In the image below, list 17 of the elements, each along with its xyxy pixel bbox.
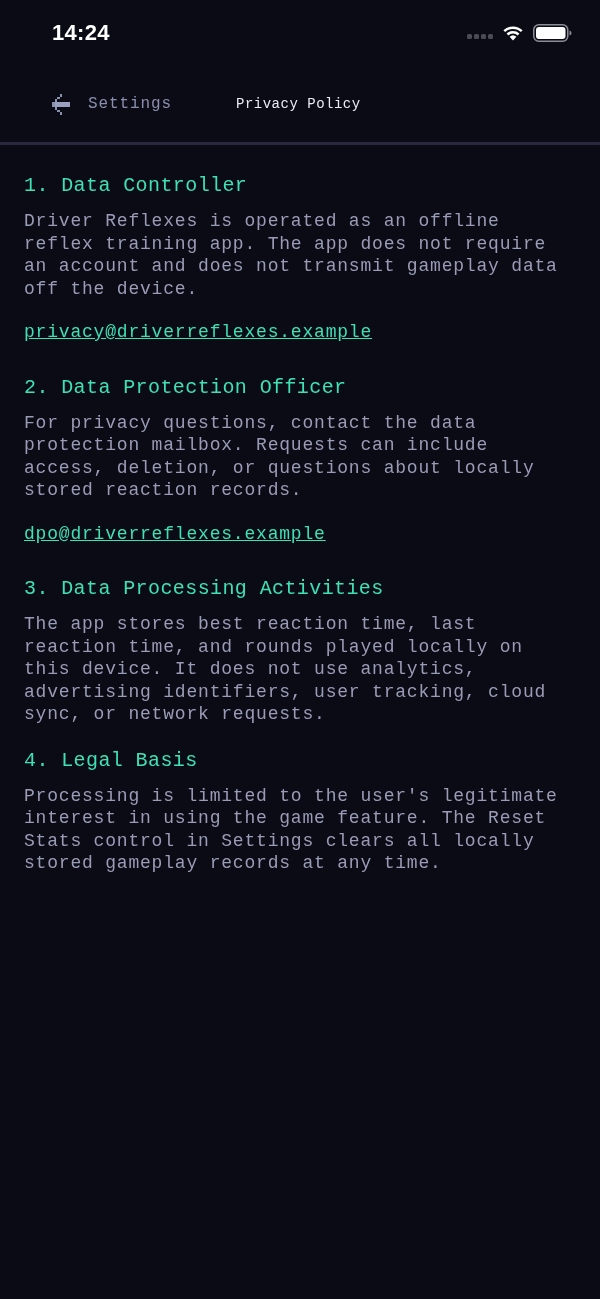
section-heading: 3. Data Processing Activities bbox=[24, 577, 385, 601]
email-link[interactable]: dpo@driverreflexes.example bbox=[24, 522, 326, 545]
section-heading: 4. Legal Basis bbox=[24, 748, 199, 773]
section-paragraph: Driver Reflexes is operated as an offline reflex training app. The app does not require an account and does not transmit gameplay data off the device. bbox=[24, 210, 559, 300]
status-time: 14:24 bbox=[52, 20, 110, 46]
wifi-icon bbox=[502, 25, 524, 41]
section-paragraph: For privacy questions, contact the data protection mailbox. Requests can include access, deletion, or questions about locally stored reaction records. bbox=[24, 411, 536, 502]
signal-icon bbox=[467, 33, 493, 39]
section-paragraph: The app stores best reaction time, last reaction time, and rounds played locally on this device. It does not use analytics, advertising identifiers, user tracking, cloud sync, or network requests. bbox=[24, 613, 548, 726]
arrow-left-icon bbox=[52, 93, 70, 115]
section-heading: 2. Data Protection Officer bbox=[24, 375, 348, 400]
section-paragraph: Processing is limited to the user's legitimate interest in using the game feature. The Reset Stats control in Settings clears all locally stored gameplay records at any time. bbox=[24, 784, 559, 875]
back-button[interactable]: Settings bbox=[52, 93, 172, 115]
section-heading: 1. Data Controller bbox=[24, 174, 249, 198]
battery-icon bbox=[533, 24, 572, 42]
page-title: Privacy Policy bbox=[236, 96, 361, 112]
email-link[interactable]: privacy@driverreflexes.example bbox=[24, 321, 373, 344]
